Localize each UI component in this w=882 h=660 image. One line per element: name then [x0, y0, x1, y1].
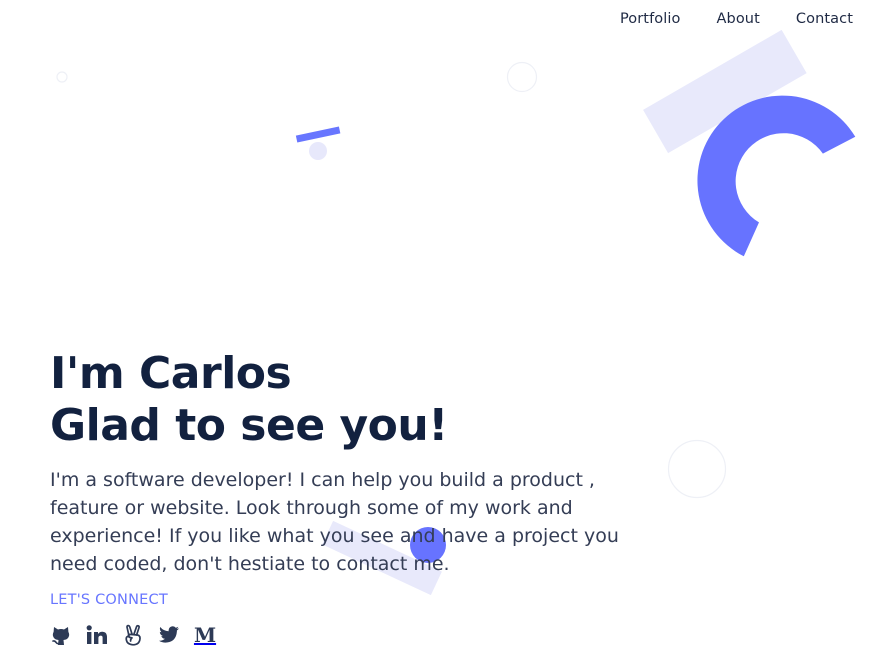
small-ring-shape — [56, 71, 68, 83]
hero-description: I'm a software developer! I can help you… — [50, 469, 619, 575]
github-icon[interactable] — [50, 624, 72, 646]
medium-icon[interactable]: M — [194, 624, 216, 646]
blue-bar-shape — [295, 126, 341, 143]
large-ring-shape — [667, 439, 727, 499]
medium-glyph: M — [193, 623, 217, 647]
lets-connect-label: LET'S CONNECT — [50, 592, 168, 608]
linkedin-icon[interactable] — [86, 624, 108, 646]
twitter-icon[interactable] — [158, 624, 180, 646]
pale-dot-shape — [309, 142, 327, 160]
hero-title-line-1: I'm Carlos — [50, 348, 292, 399]
ring-shape — [506, 61, 538, 93]
hero-title-line-2: Glad to see you! — [50, 400, 448, 451]
angellist-icon[interactable] — [122, 624, 144, 646]
hero-title: I'm Carlos Glad to see you! — [50, 348, 448, 452]
social-links: M — [50, 624, 216, 646]
